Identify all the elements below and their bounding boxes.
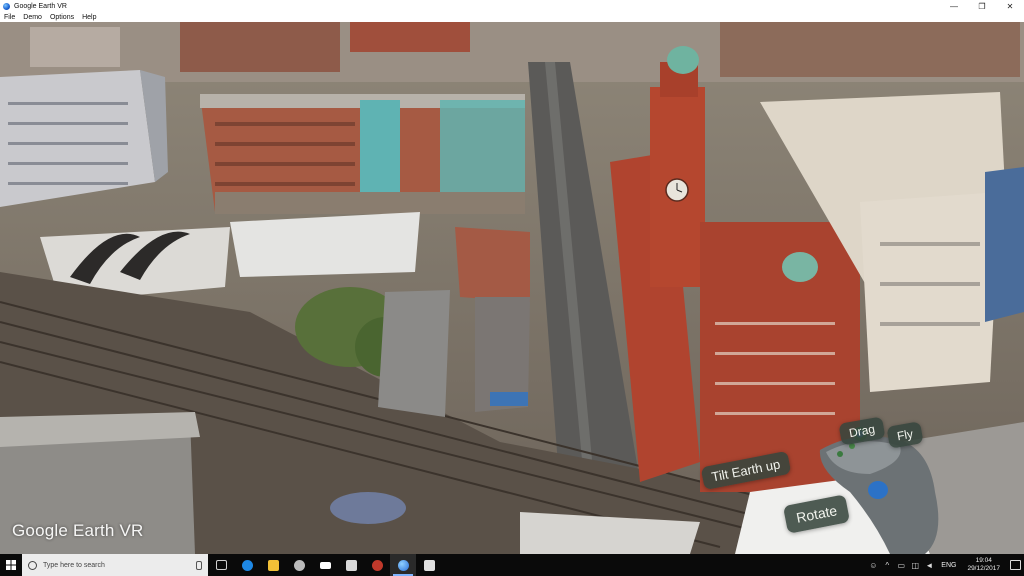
google-earth-icon [397,559,409,571]
title-bar: Google Earth VR — ❐ ✕ [0,0,1024,12]
google-earth-vr-watermark: Google Earth VR [12,521,144,540]
taskbar-app-4[interactable] [286,554,312,576]
chevron-up-icon[interactable]: ^ [880,554,894,576]
menu-bar: File Demo Options Help [0,12,1024,22]
photos-icon [423,559,435,571]
edge-icon [241,559,253,571]
notification-center-button[interactable] [1006,554,1024,576]
taskbar-app-6[interactable] [338,554,364,576]
network-icon[interactable]: ◫ [908,554,922,576]
start-button[interactable] [0,554,22,576]
taskbar: Type here to search ☺ ^ ▭ ◫ ◄ ENG 19:04 … [0,554,1024,576]
microphone-icon[interactable] [196,560,202,570]
search-placeholder: Type here to search [43,561,105,569]
earth-viewport[interactable]: Google Earth VR Tilt Earth up Rotate Dra… [0,22,1024,554]
taskbar-app-7[interactable] [364,554,390,576]
battery-icon[interactable]: ▭ [894,554,908,576]
google-earth-icon [3,2,10,10]
clock-date: 29/12/2017 [967,565,1000,572]
maximize-button[interactable]: ❐ [968,0,996,12]
menu-options[interactable]: Options [46,14,78,21]
task-view-icon [215,560,227,570]
window-controls: — ❐ ✕ [940,0,1024,12]
close-button[interactable]: ✕ [996,0,1024,12]
city-scene [0,22,1024,554]
photos-taskbar-button[interactable] [416,554,442,576]
folder-icon [267,559,279,571]
people-icon[interactable]: ☺ [866,554,880,576]
file-explorer-taskbar-button[interactable] [260,554,286,576]
language-indicator[interactable]: ENG [936,562,961,569]
volume-icon[interactable]: ◄ [922,554,936,576]
app-icon [371,559,383,571]
menu-help[interactable]: Help [78,14,100,21]
taskbar-search-input[interactable]: Type here to search [22,554,208,576]
app-icon [345,559,357,571]
notification-icon [1009,560,1021,570]
clock-time: 19:04 [975,557,992,564]
app-icon [293,559,305,571]
search-icon [28,560,37,570]
task-view-button[interactable] [208,554,234,576]
edge-taskbar-button[interactable] [234,554,260,576]
system-tray: ☺ ^ ▭ ◫ ◄ ENG 19:04 29/12/2017 [866,554,1024,576]
app-icon [319,561,331,569]
google-earth-vr-taskbar-button[interactable] [390,554,416,576]
window-title: Google Earth VR [14,2,67,10]
minimize-button[interactable]: — [940,0,968,12]
taskbar-app-5[interactable] [312,554,338,576]
menu-file[interactable]: File [0,14,19,21]
clock[interactable]: 19:04 29/12/2017 [961,557,1006,573]
windows-logo-icon [6,560,16,570]
menu-demo[interactable]: Demo [19,14,46,21]
